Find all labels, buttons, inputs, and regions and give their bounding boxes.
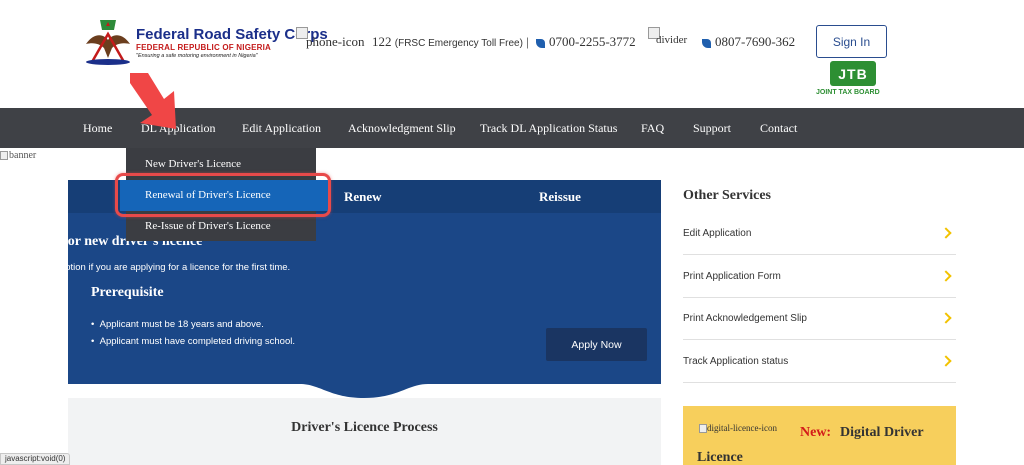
jtb-label: JOINT TAX BOARD: [816, 89, 880, 96]
service-print-application-form[interactable]: Print Application Form: [683, 256, 956, 298]
phone-icon: [702, 38, 711, 48]
browser-status-bar: javascript:void(0): [0, 453, 71, 465]
prerequisite-text: Applicant must have completed driving sc…: [99, 336, 295, 347]
phone-icon: [536, 38, 545, 48]
service-label: Print Acknowledgement Slip: [683, 313, 807, 324]
nav-acknowledgment-slip[interactable]: Acknowledgment Slip: [348, 108, 456, 148]
digital-title-line2: Licence: [697, 450, 743, 465]
digital-title-line1: Digital Driver: [840, 425, 924, 440]
phone-icon: phone-icon: [306, 34, 365, 49]
logo-motto: "Ensuring a safe motoring environment in…: [136, 53, 258, 59]
broken-image-icon: [699, 424, 707, 434]
bullet-icon: •: [91, 336, 95, 347]
prerequisite-item: • Applicant must be 18 years and above.: [91, 319, 264, 330]
annotation-highlight-box: [115, 173, 331, 217]
sign-in-button[interactable]: Sign In: [816, 25, 887, 58]
digital-licence-icon: digital-licence-icon: [699, 423, 777, 434]
phone-number-3: 0807-7690-362: [715, 34, 796, 49]
chevron-right-icon: [940, 312, 952, 324]
tab-reissue[interactable]: Reissue: [539, 180, 581, 213]
service-label: Edit Application: [683, 228, 752, 239]
nav-edit-application[interactable]: Edit Application: [242, 108, 321, 148]
broken-image-icon: [0, 151, 8, 161]
service-label: Track Application status: [683, 356, 789, 367]
chevron-right-icon: [940, 270, 952, 282]
chevron-right-icon: [940, 355, 952, 367]
phone-number-2: 0700-2255-3772: [549, 34, 636, 49]
chevron-right-icon: [940, 227, 952, 239]
other-services-title: Other Services: [683, 188, 771, 203]
banner-image: banner: [0, 150, 36, 161]
prerequisite-text: Applicant must be 18 years and above.: [99, 319, 264, 330]
service-print-acknowledgement-slip[interactable]: Print Acknowledgement Slip: [683, 298, 956, 340]
nav-faq[interactable]: FAQ: [641, 108, 664, 148]
jtb-logo[interactable]: JTB: [830, 61, 876, 86]
digital-icon-alt-text: digital-licence-icon: [707, 423, 777, 433]
phone-contact-3: 0807-7690-362: [702, 34, 795, 50]
nav-home[interactable]: Home: [83, 108, 112, 148]
toll-free-label: (FRSC Emergency Toll Free): [394, 38, 523, 49]
nav-track-status[interactable]: Track DL Application Status: [480, 108, 617, 148]
toll-free-contact: 122 (FRSC Emergency Toll Free) |: [372, 34, 529, 50]
phone-contact-2: 0700-2255-3772: [536, 34, 636, 50]
prerequisite-item: • Applicant must have completed driving …: [91, 336, 295, 347]
separator: |: [526, 34, 529, 49]
frsc-logo-emblem[interactable]: [80, 18, 136, 66]
tab-renew[interactable]: Renew: [344, 180, 382, 213]
toll-free-number: 122: [372, 34, 392, 49]
nav-support[interactable]: Support: [693, 108, 731, 148]
service-label: Print Application Form: [683, 271, 781, 282]
prerequisite-heading: Prerequisite: [91, 285, 164, 300]
panel-wave-divider: [68, 380, 661, 398]
annotation-arrow-icon: [130, 73, 176, 129]
panel-description: Use this option if you are applying for …: [23, 262, 291, 273]
banner-alt-text: banner: [9, 150, 37, 161]
process-title: Driver's Licence Process: [291, 420, 438, 435]
bullet-icon: •: [91, 319, 95, 330]
logo-subtitle: FEDERAL REPUBLIC OF NIGERIA: [136, 43, 272, 52]
apply-now-button[interactable]: Apply Now: [546, 328, 647, 361]
divider-alt-text: divider: [656, 34, 688, 46]
service-edit-application[interactable]: Edit Application: [683, 213, 956, 255]
service-track-application-status[interactable]: Track Application status: [683, 341, 956, 383]
digital-new-label: New:: [800, 425, 832, 440]
nav-contact[interactable]: Contact: [760, 108, 797, 148]
